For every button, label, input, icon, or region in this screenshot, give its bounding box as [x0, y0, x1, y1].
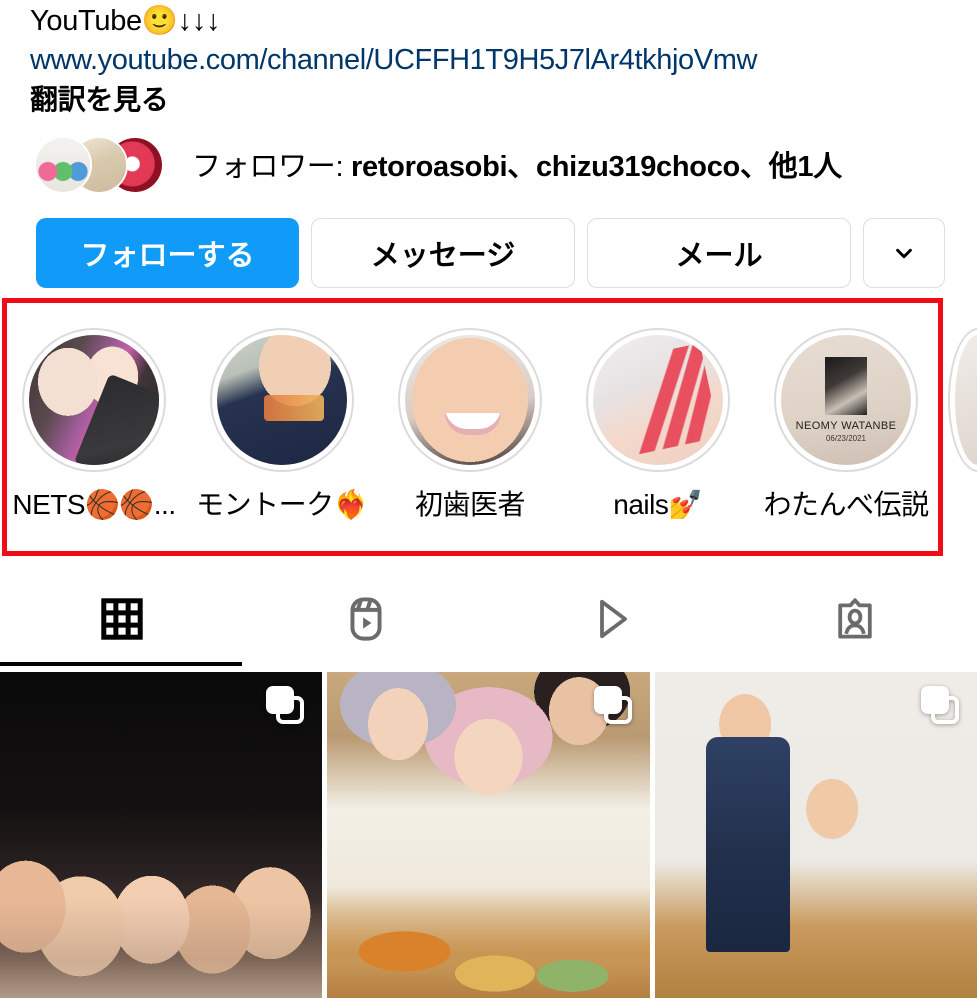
see-translation-link[interactable]: 翻訳を見る — [30, 80, 977, 120]
carousel-icon — [266, 686, 305, 724]
carousel-icon — [920, 686, 959, 724]
highlight-label: NETS🏀🏀... — [12, 489, 176, 520]
email-button[interactable]: メール — [587, 218, 851, 288]
post-cell[interactable] — [0, 672, 323, 998]
highlight-ring: NEOMY WATANBE 06/23/2021 — [774, 328, 918, 472]
followers-text: フォロワー: retoroasobi、chizu319choco、他1人 — [192, 150, 842, 184]
follow-button[interactable]: フォローする — [36, 218, 299, 288]
post-cell[interactable] — [654, 672, 977, 998]
tagged-person-icon — [838, 598, 872, 639]
chevron-down-icon — [896, 248, 912, 259]
post-cell[interactable] — [327, 672, 650, 998]
nails-thumb — [593, 335, 723, 465]
follower-avatar-1 — [34, 136, 92, 194]
followers-label: フォロワー: — [192, 151, 352, 183]
highlight-ring — [948, 328, 977, 472]
tab-igtv[interactable] — [489, 578, 733, 660]
story-highlight-watanbe[interactable]: NEOMY WATANBE 06/23/2021 わたんべ伝説 — [752, 328, 940, 522]
story-highlights-section: NETS🏀🏀... モントーク❤️‍🔥 初歯医者 nails💅 — [0, 298, 977, 560]
story-highlight-nails[interactable]: nails💅 — [564, 328, 752, 522]
story-highlight-nets[interactable]: NETS🏀🏀... — [0, 328, 188, 522]
neomy-photo — [825, 357, 867, 415]
nets-couple-thumb — [29, 335, 159, 465]
partial-highlight-thumb — [955, 335, 977, 465]
bio-title: YouTube🙂↓↓↓ — [30, 5, 221, 37]
dentist-selfie-thumb — [405, 335, 535, 465]
post-grid — [0, 672, 977, 998]
bio-website-link[interactable]: www.youtube.com/channel/UCFFH1T9H5J7lAr4… — [30, 40, 977, 80]
message-button[interactable]: メッセージ — [311, 218, 575, 288]
play-triangle-icon — [599, 599, 627, 639]
highlight-label: 初歯医者 — [414, 489, 525, 520]
story-highlight-montauk[interactable]: モントーク❤️‍🔥 — [188, 328, 376, 522]
profile-action-buttons: フォローする メッセージ メール — [0, 218, 977, 288]
highlight-ring — [22, 328, 166, 472]
montauk-tee-thumb — [217, 335, 347, 465]
profile-tab-bar — [0, 578, 977, 666]
neomy-card-name: NEOMY WATANBE — [795, 420, 897, 432]
highlight-label: モントーク❤️‍🔥 — [196, 489, 368, 520]
followers-row[interactable]: フォロワー: retoroasobi、chizu319choco、他1人 — [0, 136, 977, 198]
story-highlight-next-partial[interactable] — [940, 328, 977, 472]
followers-names[interactable]: retoroasobi、chizu319choco、他1人 — [351, 151, 842, 183]
highlight-ring — [398, 328, 542, 472]
tab-grid[interactable] — [0, 578, 244, 660]
active-tab-underline — [0, 662, 242, 666]
highlight-ring — [586, 328, 730, 472]
highlight-ring — [210, 328, 354, 472]
highlight-label: nails💅 — [613, 489, 703, 520]
neomy-watanbe-thumb: NEOMY WATANBE 06/23/2021 — [781, 335, 911, 465]
profile-bio: YouTube🙂↓↓↓ www.youtube.com/channel/UCFF… — [0, 0, 977, 120]
instagram-profile-screen: YouTube🙂↓↓↓ www.youtube.com/channel/UCFF… — [0, 0, 977, 999]
tab-tagged[interactable] — [733, 578, 977, 660]
followers-facepile — [34, 136, 174, 198]
story-highlights-scroller[interactable]: NETS🏀🏀... モントーク❤️‍🔥 初歯医者 nails💅 — [0, 298, 977, 556]
neomy-card-date: 06/23/2021 — [825, 434, 867, 443]
more-options-button[interactable] — [863, 218, 945, 288]
grid-icon — [101, 598, 143, 640]
tab-reels[interactable] — [244, 578, 488, 660]
carousel-icon — [593, 686, 632, 724]
reels-icon — [350, 597, 382, 641]
highlight-label: わたんべ伝説 — [763, 489, 929, 520]
story-highlight-dentist[interactable]: 初歯医者 — [376, 328, 564, 522]
